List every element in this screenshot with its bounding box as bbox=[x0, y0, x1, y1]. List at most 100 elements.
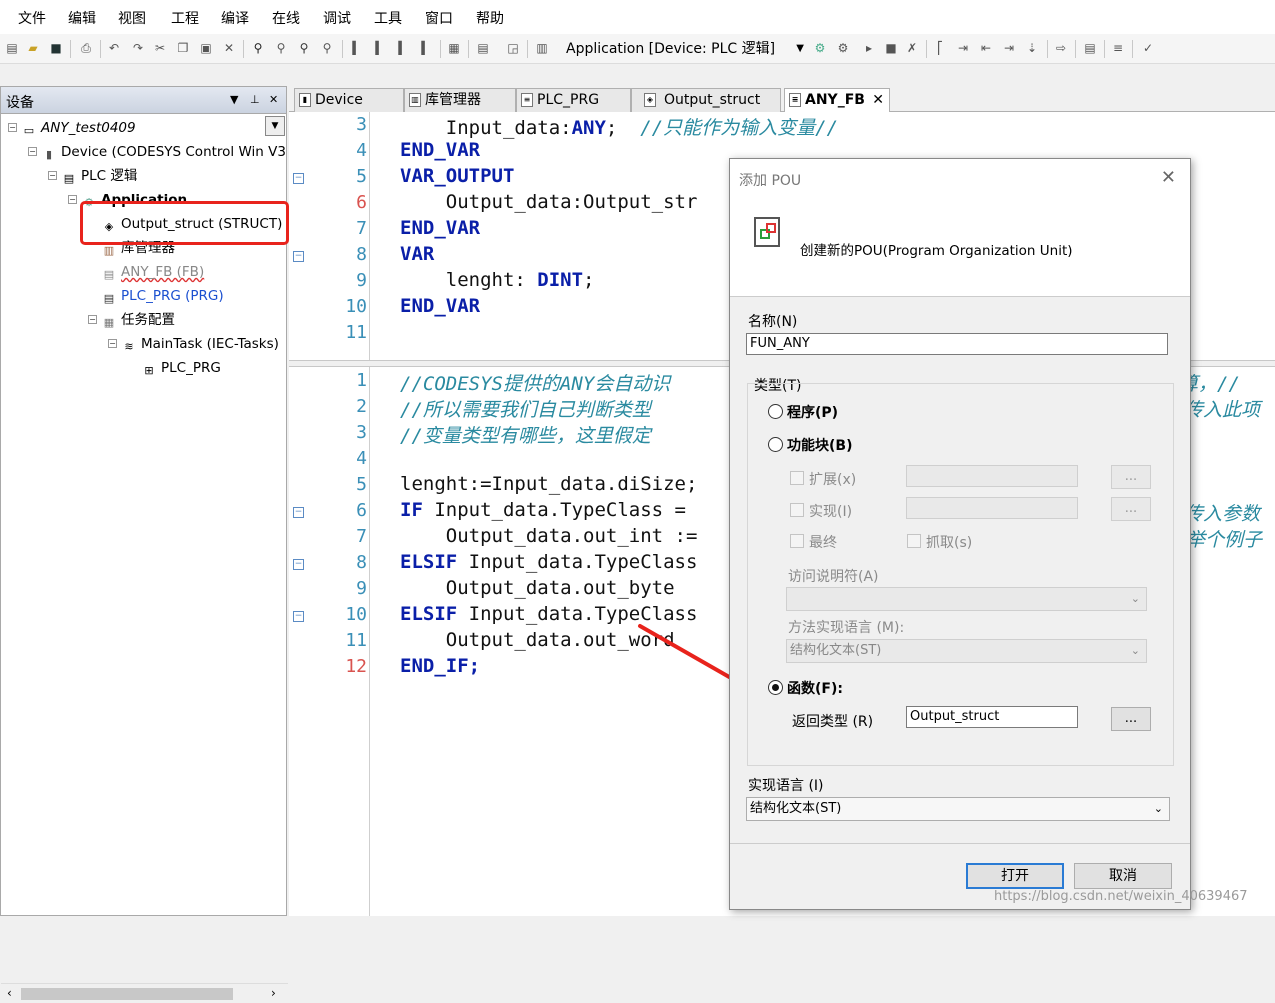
collapse-icon[interactable]: − bbox=[68, 195, 77, 204]
tree-item-plc-prg-call[interactable]: ⊞ PLC_PRG bbox=[141, 358, 220, 378]
open-folder-icon[interactable]: ▰ bbox=[25, 40, 41, 56]
extends-browse-button[interactable]: ... bbox=[1111, 465, 1151, 489]
save-icon[interactable]: ■ bbox=[48, 40, 64, 56]
menu-window[interactable]: 窗口 bbox=[425, 8, 453, 28]
red-highlight-box bbox=[80, 201, 289, 245]
method-lang-select[interactable]: 结构化文本(ST) ⌄ bbox=[786, 639, 1147, 663]
start-icon[interactable]: ▸ bbox=[861, 40, 877, 56]
return-type-browse-button[interactable]: ... bbox=[1111, 707, 1151, 731]
radio-program[interactable] bbox=[768, 404, 783, 419]
dialog-header: 创建新的POU(Program Organization Unit) bbox=[730, 195, 1190, 297]
tree-item-any-fb[interactable]: ▤ ANY_FB (FB) bbox=[101, 262, 204, 282]
tree-item-project[interactable]: ▭ ANY_test0409 bbox=[21, 118, 136, 138]
scroll-right-icon[interactable]: › bbox=[271, 986, 276, 1000]
tree-item-maintask[interactable]: ≋ MainTask (IEC-Tasks) bbox=[121, 334, 279, 354]
menu-tools[interactable]: 工具 bbox=[374, 8, 402, 28]
menu-view[interactable]: 视图 bbox=[118, 8, 146, 28]
line-number: 5 bbox=[356, 474, 367, 495]
implements-input[interactable] bbox=[906, 497, 1078, 519]
final-checkbox[interactable] bbox=[790, 534, 804, 548]
extends-checkbox[interactable] bbox=[790, 471, 804, 485]
copy-icon[interactable]: ❐ bbox=[175, 40, 191, 56]
implements-checkbox[interactable] bbox=[790, 503, 804, 517]
menu-help[interactable]: 帮助 bbox=[476, 8, 504, 28]
impl-lang-select[interactable]: 结构化文本(ST) ⌄ bbox=[746, 797, 1170, 821]
tree-item-device[interactable]: ▮ Device (CODESYS Control Win V3 x6 bbox=[41, 142, 307, 162]
collapse-icon[interactable]: − bbox=[28, 147, 37, 156]
step-out-icon[interactable]: ⇥ bbox=[1001, 40, 1017, 56]
close-icon[interactable]: ✕ bbox=[1161, 167, 1176, 188]
reset-icon[interactable]: ✗ bbox=[904, 40, 920, 56]
menu-file[interactable]: 文件 bbox=[18, 8, 46, 28]
step-into-icon[interactable]: ⇤ bbox=[978, 40, 994, 56]
panel-menu-icon[interactable]: ▼ bbox=[230, 93, 238, 106]
menu-edit[interactable]: 编辑 bbox=[68, 8, 96, 28]
prev-bookmark-icon[interactable]: ▍ bbox=[372, 40, 388, 56]
tree-item-plc-prg[interactable]: ▤ PLC_PRG (PRG) bbox=[101, 286, 224, 306]
horizontal-scrollbar[interactable]: ‹ › bbox=[1, 983, 288, 1003]
undo-icon[interactable]: ↶ bbox=[106, 40, 122, 56]
delete-icon[interactable]: ✕ bbox=[221, 40, 237, 56]
abstract-checkbox[interactable] bbox=[907, 534, 921, 548]
redo-icon[interactable]: ↷ bbox=[130, 40, 146, 56]
paste-icon[interactable]: ▣ bbox=[198, 40, 214, 56]
step-over-icon[interactable]: ⇥ bbox=[955, 40, 971, 56]
menu-project[interactable]: 工程 bbox=[171, 8, 199, 28]
build-icon[interactable]: ▥ bbox=[534, 40, 550, 56]
find-in-project-icon[interactable]: ⚲ bbox=[296, 40, 312, 56]
menu-debug[interactable]: 调试 bbox=[323, 8, 351, 28]
collapse-icon[interactable]: − bbox=[108, 339, 117, 348]
tab-plc-prg[interactable]: ≡ PLC_PRG bbox=[516, 88, 631, 112]
tab-any-fb[interactable]: ≡ ANY_FB ✕ bbox=[784, 88, 890, 112]
run-to-cursor-icon[interactable]: ⇣ bbox=[1024, 40, 1040, 56]
stop-icon[interactable]: ■ bbox=[883, 40, 899, 56]
collapse-icon[interactable]: − bbox=[8, 123, 17, 132]
radio-function-block[interactable] bbox=[768, 437, 783, 452]
login-icon[interactable]: ⚙ bbox=[812, 40, 828, 56]
tree-item-plc-logic[interactable]: ▤ PLC 逻辑 bbox=[61, 166, 138, 186]
return-type-input[interactable]: Output_struct bbox=[906, 706, 1078, 728]
access-specifier-select[interactable]: ⌄ bbox=[786, 587, 1147, 611]
collapse-icon[interactable]: − bbox=[88, 315, 97, 324]
menu-build[interactable]: 编译 bbox=[221, 8, 249, 28]
bookmark-icon[interactable]: ▍ bbox=[349, 40, 365, 56]
cancel-button[interactable]: 取消 bbox=[1074, 863, 1172, 889]
open-button[interactable]: 打开 bbox=[966, 863, 1064, 889]
logout-icon[interactable]: ⚙ bbox=[835, 40, 851, 56]
pin-icon[interactable]: ⊥ bbox=[250, 93, 260, 106]
name-input[interactable]: FUN_ANY bbox=[746, 333, 1168, 355]
implements-browse-button[interactable]: ... bbox=[1111, 497, 1151, 521]
tab-device[interactable]: ▮ Device bbox=[294, 88, 404, 112]
code-line: Output_data:Output_str bbox=[400, 191, 698, 213]
replace-icon[interactable]: ⚲ bbox=[273, 40, 289, 56]
add-object-icon[interactable]: ▤ bbox=[475, 40, 491, 56]
tab-library-manager[interactable]: ▥ 库管理器 bbox=[404, 88, 516, 112]
print-icon[interactable]: ⎙ bbox=[78, 40, 94, 56]
tree-dropdown-button[interactable]: ▼ bbox=[265, 116, 285, 136]
force-values-icon[interactable]: ▤ bbox=[1082, 40, 1098, 56]
menu-online[interactable]: 在线 bbox=[272, 8, 300, 28]
new-file-icon[interactable]: ▤ bbox=[4, 40, 20, 56]
collapse-icon[interactable]: − bbox=[48, 171, 57, 180]
window-icon[interactable]: ▦ bbox=[446, 40, 462, 56]
close-icon[interactable]: ✕ bbox=[269, 93, 278, 106]
prepare-value-icon[interactable]: ✓ bbox=[1140, 40, 1156, 56]
pou-icon bbox=[754, 217, 780, 247]
scroll-left-icon[interactable]: ‹ bbox=[7, 986, 12, 1000]
next-bookmark-icon[interactable]: ▍ bbox=[395, 40, 411, 56]
application-selector[interactable]: Application [Device: PLC 逻辑] ▼ bbox=[562, 38, 806, 60]
properties-icon[interactable]: ◲ bbox=[505, 40, 521, 56]
unforce-icon[interactable]: ≡ bbox=[1110, 40, 1126, 56]
breakpoint-icon[interactable]: ⎡ bbox=[932, 40, 948, 56]
replace-in-project-icon[interactable]: ⚲ bbox=[319, 40, 335, 56]
clear-bookmark-icon[interactable]: ▍ bbox=[418, 40, 434, 56]
radio-function[interactable] bbox=[768, 680, 783, 695]
close-tab-icon[interactable]: ✕ bbox=[872, 89, 884, 111]
write-values-icon[interactable]: ⇨ bbox=[1053, 40, 1069, 56]
cut-icon[interactable]: ✂ bbox=[152, 40, 168, 56]
tab-output-struct[interactable]: ◈ Output_struct bbox=[631, 88, 781, 112]
extends-input[interactable] bbox=[906, 465, 1078, 487]
scroll-thumb[interactable] bbox=[21, 988, 233, 1000]
tree-item-task-config[interactable]: ▦ 任务配置 bbox=[101, 310, 175, 330]
find-icon[interactable]: ⚲ bbox=[250, 40, 266, 56]
